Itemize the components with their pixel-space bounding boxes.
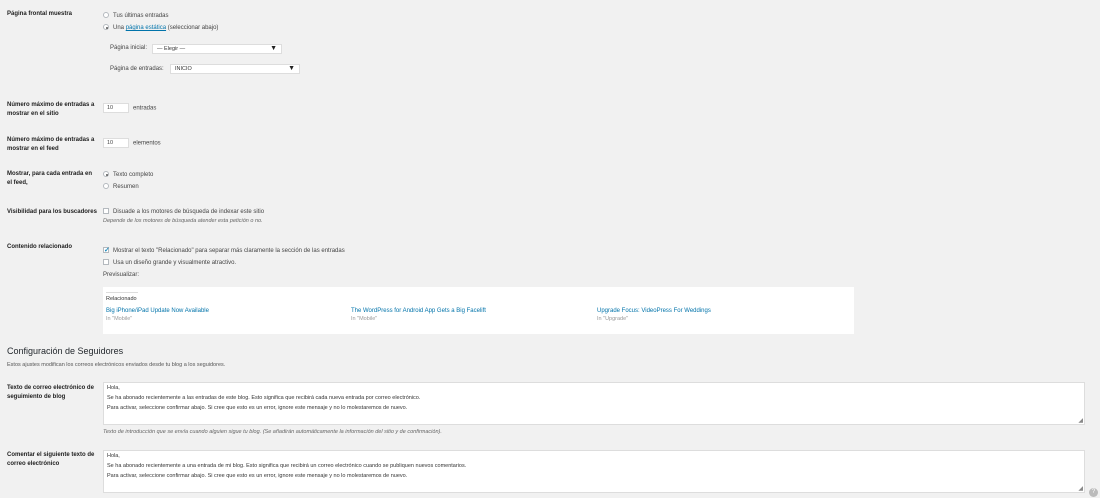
- related-header-checkbox[interactable]: Mostrar el texto "Relacionado" para sepa…: [103, 245, 345, 257]
- triangle-down-icon: ▼: [288, 65, 295, 72]
- front-page-label: Página frontal muestra: [7, 11, 73, 17]
- comment-email-label: Comentar el siguiente texto de correo el…: [7, 452, 95, 467]
- home-page-label: Página inicial:: [110, 45, 148, 51]
- posts-per-page-input[interactable]: 10: [103, 103, 129, 113]
- checkbox-icon[interactable]: [103, 245, 110, 257]
- posts-per-feed-label: Número máximo de entradas a mostrar en e…: [7, 137, 95, 152]
- textarea-line: Para activar, seleccione confirmar abajo…: [107, 473, 408, 479]
- related-item: Upgrade Focus: VideoPress For Weddings I…: [597, 308, 711, 322]
- resize-grip-icon[interactable]: ◢: [1078, 486, 1083, 492]
- radio-static-page[interactable]: Una página estática (seleccionar abajo): [103, 22, 218, 34]
- related-item-category: In "Mobile": [351, 316, 378, 322]
- related-item-title[interactable]: The WordPress for Android App Gets a Big…: [351, 308, 486, 314]
- textarea-line: Hola,: [107, 385, 120, 391]
- static-page-link[interactable]: página estática: [126, 25, 166, 31]
- posts-page-value: INICIO: [175, 66, 192, 72]
- radio-static-suffix: (seleccionar abajo): [167, 25, 219, 31]
- visibility-label: Visibilidad para los buscadores: [7, 209, 97, 215]
- posts-per-feed-unit: elementos: [133, 140, 161, 147]
- checkbox-icon[interactable]: [103, 208, 109, 215]
- radio-summary[interactable]: Resumen: [103, 181, 153, 193]
- radio-full-label: Texto completo: [113, 172, 154, 178]
- followers-section-desc: Estos ajustes modifican los correos elec…: [7, 362, 226, 368]
- posts-per-page-unit: entradas: [133, 105, 157, 112]
- related-item-category: In "Upgrade": [597, 316, 629, 322]
- related-label: Contenido relacionado: [7, 244, 73, 250]
- triangle-down-icon: ▼: [270, 45, 277, 52]
- posts-page-label: Página de entradas:: [110, 66, 164, 72]
- discourage-search-checkbox[interactable]: Disuade a los motores de búsqueda de ind…: [103, 206, 264, 218]
- related-large-label: Usa un diseño grande y visualmente atrac…: [113, 260, 237, 266]
- posts-per-page-label: Número máximo de entradas a mostrar en e…: [7, 102, 95, 117]
- posts-per-feed-input[interactable]: 10: [103, 138, 129, 148]
- related-item-category: In "Mobile": [106, 316, 133, 322]
- preview-label: Previsualizar:: [103, 272, 140, 278]
- help-icon[interactable]: ?: [1089, 488, 1098, 497]
- preview-rule: [106, 292, 138, 293]
- radio-full-text[interactable]: Texto completo: [103, 169, 153, 181]
- textarea-line: Se ha abonado recientemente a las entrad…: [107, 395, 421, 401]
- radio-static-prefix: Una: [113, 25, 125, 31]
- related-preview: Relacionado Big iPhone/iPad Update Now A…: [103, 287, 854, 334]
- radio-icon[interactable]: [103, 183, 109, 190]
- blog-email-label: Texto de correo electrónico de seguimien…: [7, 385, 94, 400]
- radio-icon[interactable]: [103, 171, 109, 178]
- related-large-checkbox[interactable]: Usa un diseño grande y visualmente atrac…: [103, 257, 345, 269]
- home-page-select[interactable]: — Elegir — ▼: [152, 44, 282, 54]
- checkbox-icon[interactable]: [103, 259, 109, 266]
- blog-email-textarea[interactable]: Hola, Se ha abonado recientemente a las …: [103, 382, 1085, 425]
- radio-latest-label: Tus últimas entradas: [113, 13, 169, 19]
- discourage-search-label: Disuade a los motores de búsqueda de ind…: [113, 209, 265, 215]
- posts-page-select[interactable]: INICIO ▼: [170, 64, 300, 74]
- related-item-title[interactable]: Upgrade Focus: VideoPress For Weddings: [597, 308, 711, 314]
- visibility-desc: Depende de los motores de búsqueda atend…: [103, 218, 263, 224]
- feed-show-label: Mostrar, para cada entrada en el feed,: [7, 171, 93, 186]
- related-item: The WordPress for Android App Gets a Big…: [351, 308, 486, 322]
- blog-email-desc: Texto de introducción que se envía cuand…: [103, 429, 442, 435]
- resize-grip-icon[interactable]: ◢: [1078, 418, 1083, 424]
- related-header-label: Mostrar el texto "Relacionado" para sepa…: [113, 248, 345, 254]
- textarea-line: Para activar, seleccione confirmar abajo…: [107, 405, 408, 411]
- followers-section-title: Configuración de Seguidores: [7, 346, 124, 356]
- comment-email-textarea[interactable]: Hola, Se ha abonado recientemente a una …: [103, 450, 1085, 493]
- related-item-title[interactable]: Big iPhone/iPad Update Now Available: [106, 308, 209, 314]
- radio-icon[interactable]: [103, 24, 109, 31]
- radio-icon[interactable]: [103, 12, 109, 19]
- textarea-line: Hola,: [107, 453, 120, 459]
- related-item: Big iPhone/iPad Update Now Available In …: [106, 308, 209, 322]
- radio-summary-label: Resumen: [113, 184, 139, 190]
- textarea-line: Se ha abonado recientemente a una entrad…: [107, 463, 467, 469]
- radio-latest-posts[interactable]: Tus últimas entradas: [103, 10, 218, 22]
- preview-heading: Relacionado: [106, 296, 137, 302]
- home-page-value: — Elegir —: [157, 46, 186, 52]
